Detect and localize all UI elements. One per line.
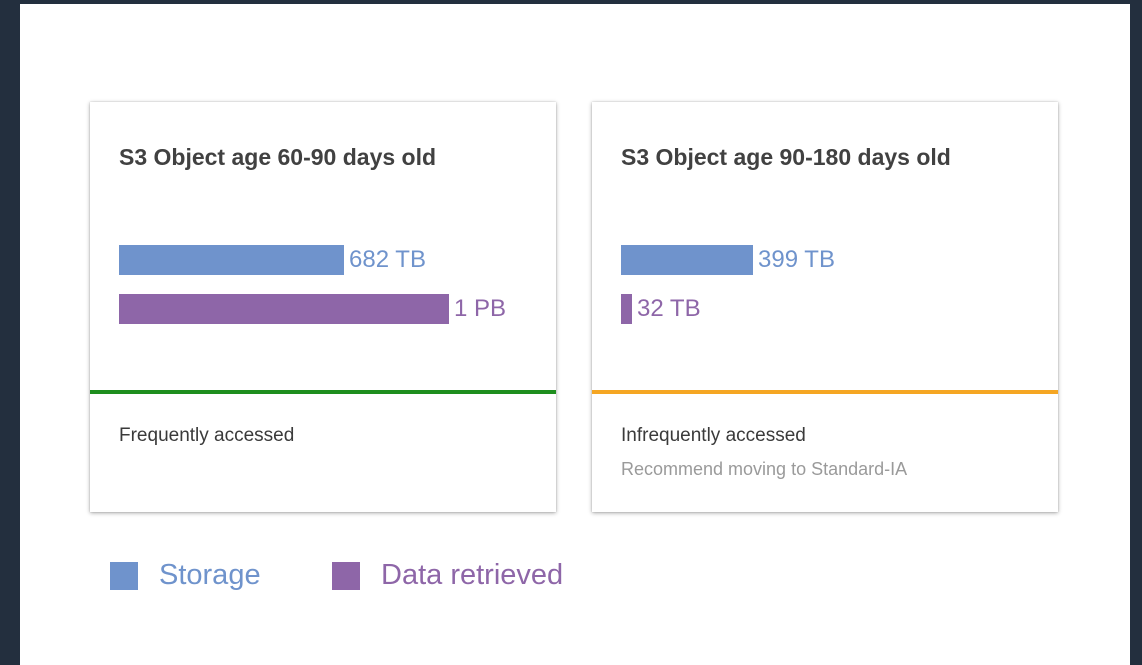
legend-label: Data retrieved: [381, 559, 564, 591]
access-status-divider: [592, 390, 1058, 394]
legend-item-storage: Storage: [110, 559, 261, 592]
retrieved-bar: [621, 294, 632, 324]
data-retrieved-swatch: [332, 561, 360, 590]
storage-swatch: [110, 561, 138, 590]
retrieved-bar: [119, 294, 449, 324]
access-status-divider: [90, 390, 556, 394]
storage-value-label: 399 TB: [758, 246, 835, 273]
storage-bar: [621, 245, 753, 275]
storage-bar-row: 399 TB: [621, 245, 835, 275]
retrieved-value-label: 1 PB: [454, 295, 507, 322]
age-group-card-90-180: S3 Object age 90-180 days old 399 TB 32 …: [592, 102, 1058, 512]
storage-analysis-panel: S3 Object age 60-90 days old 682 TB 1 PB…: [20, 4, 1130, 665]
card-title: S3 Object age 60-90 days old: [119, 144, 437, 170]
retrieved-value-label: 32 TB: [637, 295, 701, 322]
storage-bar-row: 682 TB: [119, 245, 426, 275]
access-status-label: Frequently accessed: [119, 425, 295, 446]
legend-label: Storage: [159, 559, 261, 591]
age-group-card-60-90: S3 Object age 60-90 days old 682 TB 1 PB…: [90, 102, 556, 512]
retrieved-bar-row: 1 PB: [119, 294, 506, 324]
storage-value-label: 682 TB: [349, 246, 426, 273]
storage-bar: [119, 245, 344, 275]
recommendation-text: Recommend moving to Standard-IA: [621, 459, 908, 479]
access-status-label: Infrequently accessed: [621, 425, 806, 446]
legend-item-data-retrieved: Data retrieved: [332, 559, 563, 592]
retrieved-bar-row: 32 TB: [621, 294, 701, 324]
card-title: S3 Object age 90-180 days old: [621, 144, 951, 170]
